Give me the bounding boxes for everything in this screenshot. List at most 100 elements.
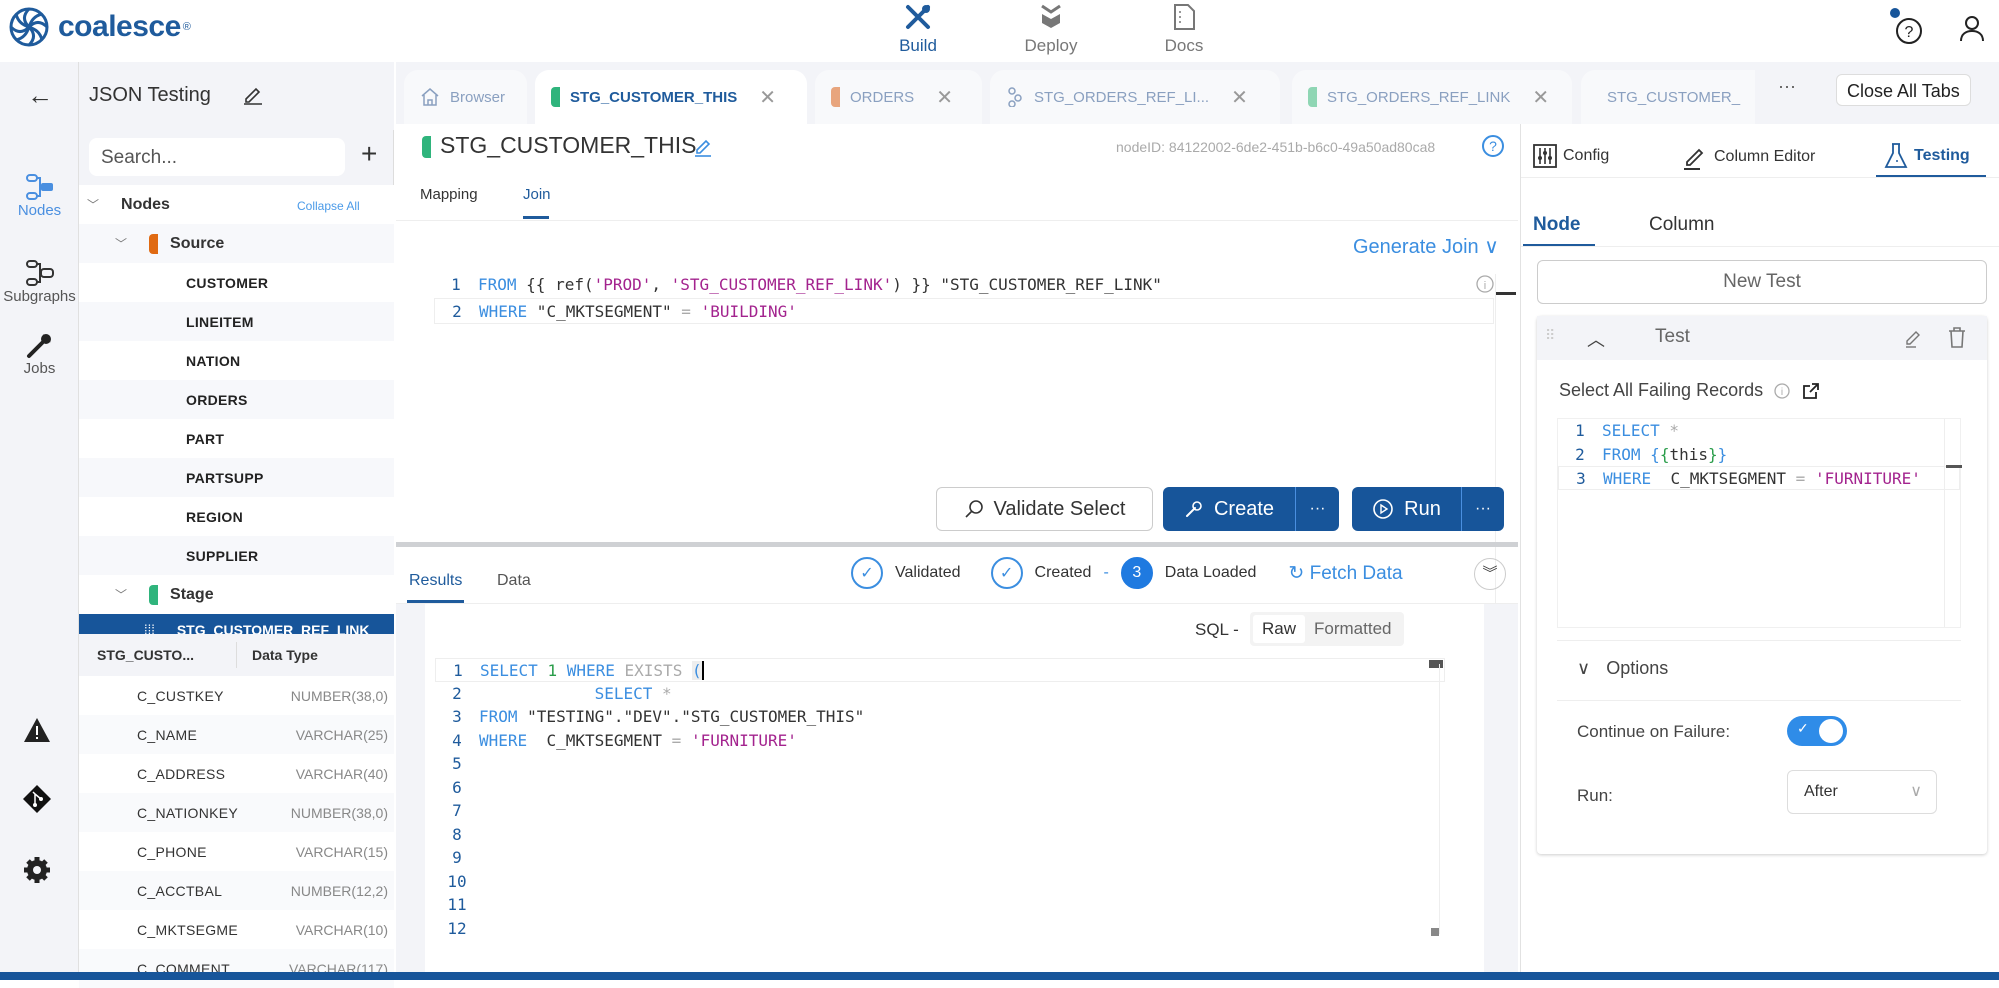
back-arrow-icon[interactable]: ← [27, 80, 53, 111]
subtab-column[interactable]: Column [1649, 214, 1714, 236]
run-timing-select[interactable]: After ∨ [1787, 770, 1937, 814]
run-more-button[interactable]: ··· [1462, 500, 1504, 518]
column-row[interactable]: C_COMMENT VARCHAR(117) [79, 949, 394, 988]
tab-browser[interactable]: Browser [404, 70, 527, 124]
editor-scrollbar[interactable] [1944, 419, 1945, 627]
column-row[interactable]: C_ACCTBAL NUMBER(12,2) [79, 871, 394, 910]
info-icon[interactable]: i [1773, 382, 1791, 400]
tree-node-item[interactable]: ORDERS [79, 380, 394, 419]
close-icon[interactable]: ✕ [936, 85, 953, 110]
tabs-overflow-button[interactable]: ··· [1778, 76, 1796, 97]
tree-node-item[interactable]: NATION [79, 341, 394, 380]
settings-button[interactable] [22, 855, 52, 890]
generate-join-button[interactable]: Generate Join ∨ [1353, 234, 1499, 259]
tabs-actions: ··· Close All Tabs [1756, 62, 1999, 124]
nav-build[interactable]: Build [873, 2, 963, 56]
close-all-tabs-button[interactable]: Close All Tabs [1836, 74, 1971, 106]
node-color-bar [422, 136, 431, 158]
create-more-button[interactable]: ··· [1296, 500, 1339, 518]
rail-jobs[interactable]: Jobs [0, 330, 79, 377]
nav-docs[interactable]: Docs [1139, 2, 1229, 56]
drag-handle-icon[interactable]: ⠿ [1545, 327, 1555, 344]
close-icon[interactable]: ✕ [1532, 85, 1549, 110]
external-link-icon[interactable] [1801, 381, 1821, 401]
user-account-button[interactable] [1958, 14, 1986, 47]
tab-column-editor[interactable]: Column Editor [1682, 144, 1815, 170]
rail-subgraphs[interactable]: Subgraphs [0, 258, 79, 305]
create-button[interactable]: Create [1163, 487, 1296, 531]
tab-stg-customer[interactable]: STG_CUSTOMER_ [1581, 70, 1755, 124]
tab-orders[interactable]: ORDERS ✕ [815, 70, 982, 124]
tab-data[interactable]: Data [497, 572, 531, 590]
subtab-mapping[interactable]: Mapping [420, 186, 478, 203]
column-row[interactable]: C_CUSTKEY NUMBER(38,0) [79, 676, 394, 715]
close-icon[interactable]: ✕ [759, 85, 776, 110]
help-icon[interactable]: ? [1481, 134, 1505, 158]
columns-header-name: STG_CUSTO... [97, 647, 194, 663]
tree-nodes-root[interactable]: ﹀ Nodes Collapse All [79, 185, 394, 224]
column-row[interactable]: C_NATIONKEY NUMBER(38,0) [79, 793, 394, 832]
column-row[interactable]: C_NAME VARCHAR(25) [79, 715, 394, 754]
tree-node-item[interactable]: SUPPLIER [79, 536, 394, 575]
editor-scrollbar[interactable] [1439, 664, 1440, 934]
column-type: NUMBER(38,0) [290, 804, 388, 821]
test-sql-editor[interactable]: 1 SELECT * 2 FROM {{this}} 3 WHERE C_MKTSEGME… [1557, 418, 1962, 628]
tab-stg-orders-ref-link[interactable]: STG_ORDERS_REF_LINK ✕ [1292, 70, 1572, 124]
tree-node-item[interactable]: PARTSUPP [79, 458, 394, 497]
new-test-button[interactable]: New Test [1537, 260, 1987, 304]
editor-scrollbar[interactable] [1495, 274, 1496, 604]
results-sql-editor[interactable]: 1 SELECT 1 WHERE EXISTS (2 SELECT * 3 FROM … [435, 658, 1445, 940]
line-number: 1 [1575, 421, 1585, 440]
continue-on-failure-toggle[interactable]: ✓ [1787, 716, 1847, 746]
sql-mode-formatted[interactable]: Formatted [1305, 615, 1400, 643]
workspace-header: ← JSON Testing [27, 62, 394, 130]
rail-nodes[interactable]: Nodes [0, 172, 79, 219]
tab-testing[interactable]: Testing [1884, 142, 1970, 170]
column-row[interactable]: C_PHONE VARCHAR(15) [79, 832, 394, 871]
edit-pencil-icon[interactable] [242, 84, 264, 106]
help-button[interactable]: ? [1890, 8, 1924, 46]
column-row[interactable]: C_MKTSEGME VARCHAR(10) [79, 910, 394, 949]
column-divider[interactable] [236, 642, 237, 668]
chevron-up-icon[interactable]: ︿ [1587, 326, 1605, 352]
logo[interactable]: coalesce ® [8, 6, 191, 48]
resize-handle[interactable] [1431, 928, 1439, 936]
problems-button[interactable] [22, 716, 52, 749]
tree-node-item[interactable]: LINEITEM [79, 302, 394, 341]
collapse-all-link[interactable]: Collapse All [297, 199, 360, 213]
nav-deploy[interactable]: Deploy [1006, 2, 1096, 56]
tree-node-item[interactable]: REGION [79, 497, 394, 536]
edit-pencil-icon[interactable] [1903, 328, 1923, 348]
tree-node-item-selected[interactable]: ⁞⁞⁞ STG_CUSTOMER_REF_LINK [79, 614, 394, 634]
edit-pencil-icon[interactable] [692, 135, 714, 157]
add-node-button[interactable]: + [361, 138, 377, 170]
subtab-node[interactable]: Node [1533, 214, 1581, 236]
collapse-panel-button[interactable]: ︾ [1474, 558, 1506, 590]
panel-resize-handle[interactable] [396, 542, 1518, 547]
column-row[interactable]: C_ADDRESS VARCHAR(40) [79, 754, 394, 793]
tree-node-item[interactable]: PART [79, 419, 394, 458]
validate-select-button[interactable]: Validate Select [936, 487, 1153, 531]
column-type: VARCHAR(40) [295, 765, 388, 782]
subtab-join[interactable]: Join [523, 186, 551, 203]
sql-mode-raw[interactable]: Raw [1253, 615, 1306, 643]
tab-stg-orders-ref-li[interactable]: STG_ORDERS_REF_LI... ✕ [990, 70, 1280, 124]
fetch-data-button[interactable]: ↻ Fetch Data [1288, 562, 1402, 585]
git-button[interactable] [22, 784, 52, 819]
tree-group-source[interactable]: ﹀ Source [79, 224, 394, 263]
tab-results[interactable]: Results [409, 572, 462, 590]
node-search-input[interactable]: Search... [89, 138, 345, 176]
code-token: { [1650, 444, 1660, 464]
tree-group-stage[interactable]: ﹀ Stage [79, 575, 394, 614]
join-sql-editor[interactable]: 1 FROM {{ ref('PROD', 'STG_CUSTOMER_REF_L… [434, 272, 1494, 324]
tab-config[interactable]: Config [1533, 144, 1609, 168]
tree-node-item[interactable]: CUSTOMER [79, 263, 394, 302]
close-icon[interactable]: ✕ [1231, 85, 1248, 110]
trash-icon[interactable] [1948, 327, 1966, 349]
code-token: FROM [1602, 444, 1641, 464]
tab-stg-customer-this[interactable]: STG_CUSTOMER_THIS ✕ [535, 70, 807, 124]
options-toggle[interactable]: ∨ Options [1577, 658, 1668, 679]
run-button[interactable]: Run [1352, 487, 1462, 531]
info-icon[interactable]: i [1475, 274, 1495, 294]
code-line: 7 [435, 799, 1445, 823]
